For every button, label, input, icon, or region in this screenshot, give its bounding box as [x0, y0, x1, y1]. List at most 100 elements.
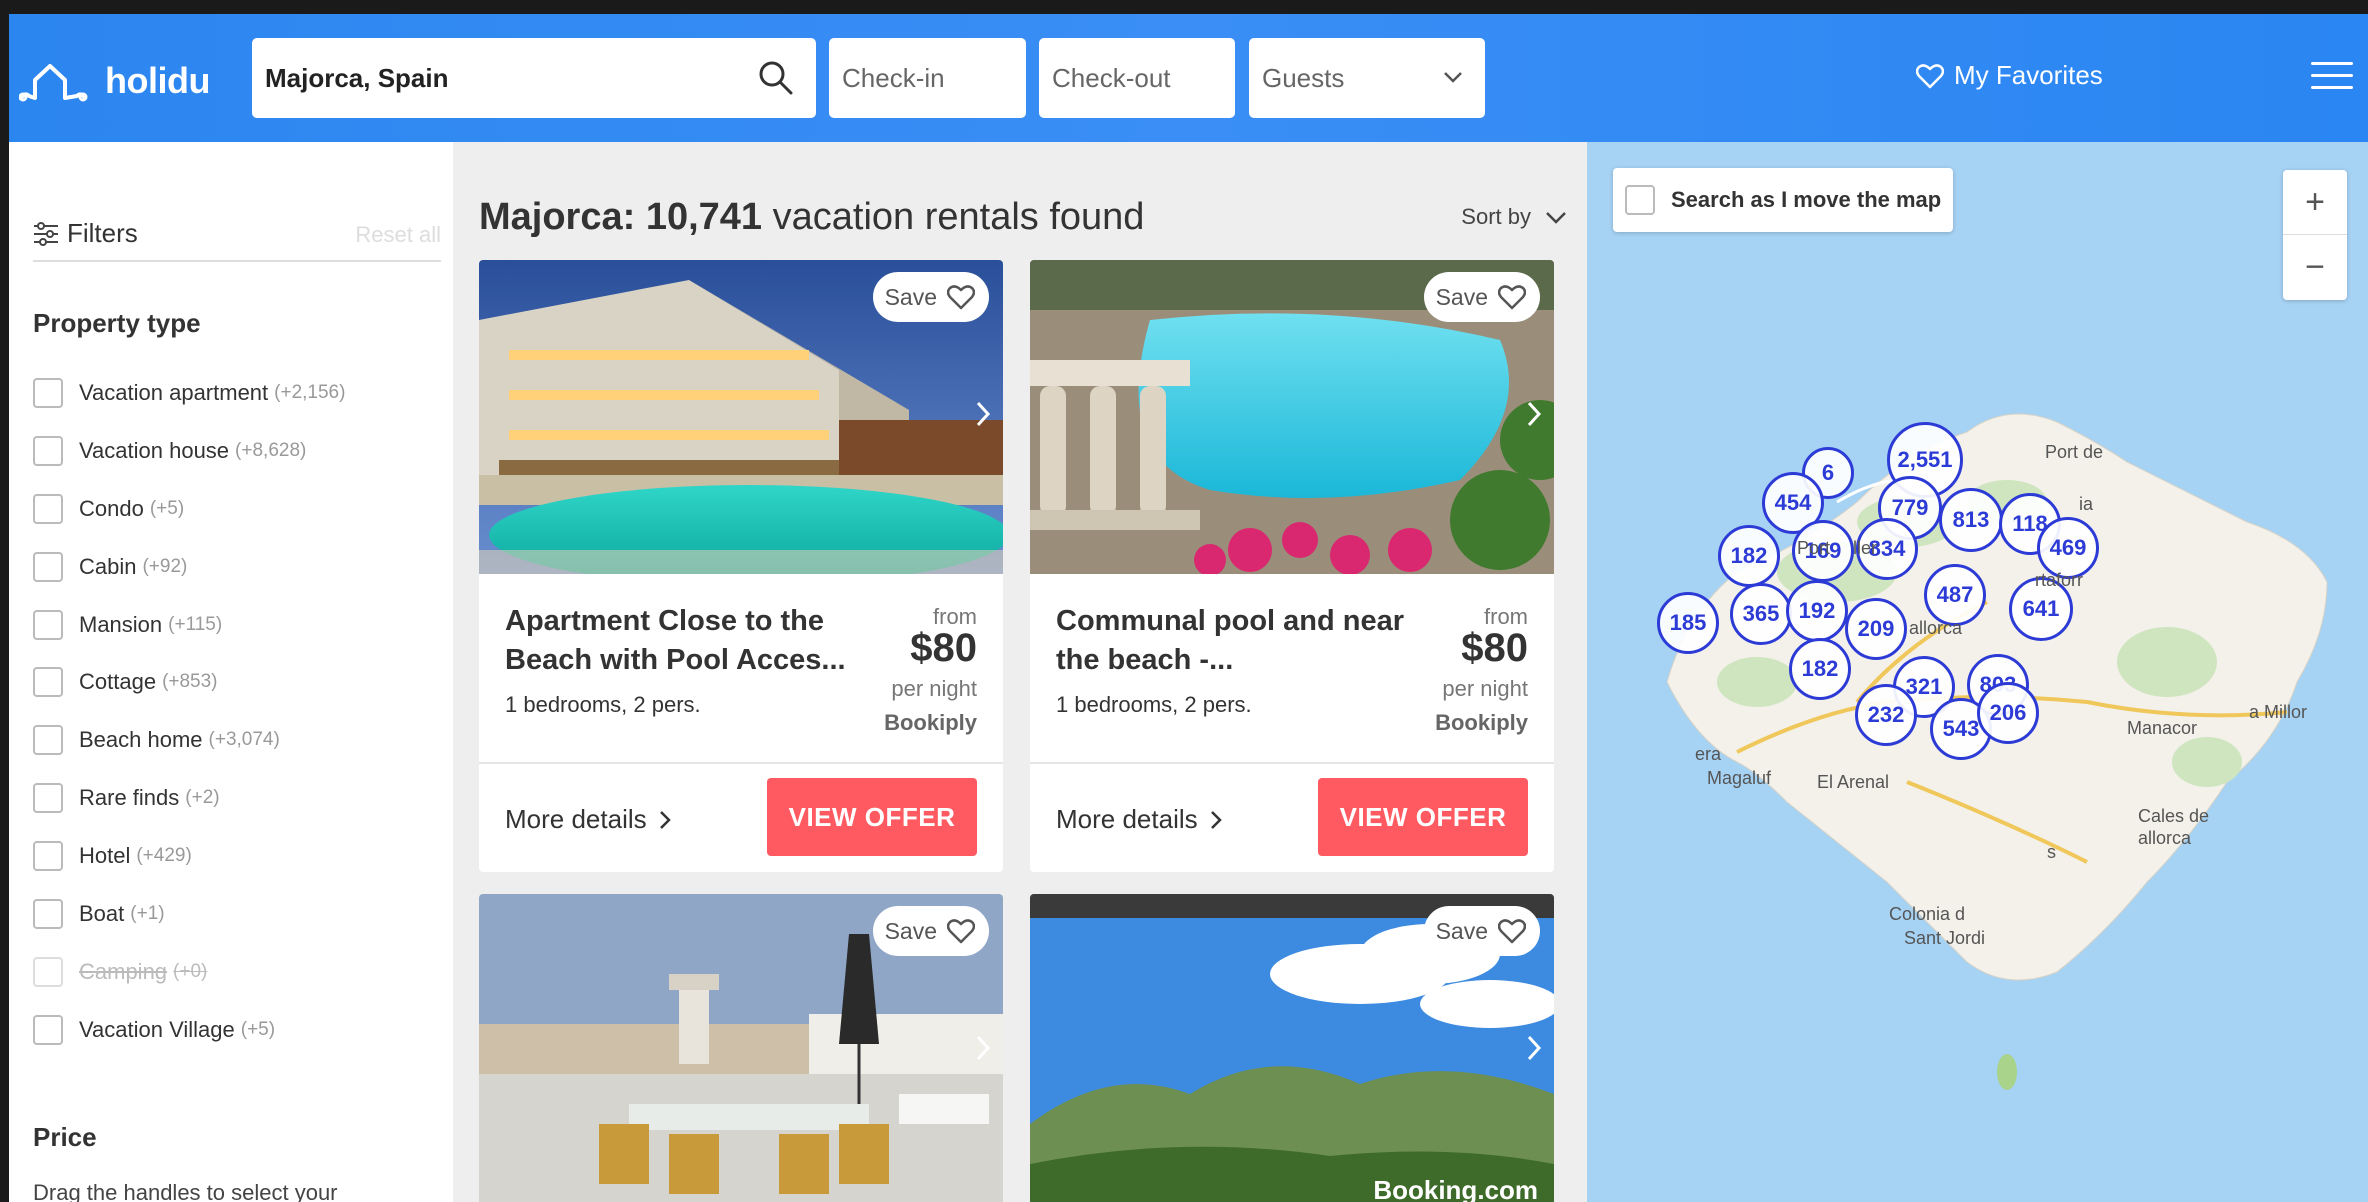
listing-price: $80 — [1461, 626, 1528, 670]
destination-input[interactable]: Majorca, Spain — [252, 38, 816, 118]
more-details-link[interactable]: More details — [1056, 804, 1222, 835]
property-type-item[interactable]: Mansion (+115) — [33, 596, 345, 654]
property-type-item[interactable]: Beach home (+3,074) — [33, 711, 345, 769]
chevron-down-icon — [1546, 212, 1566, 224]
search-icon[interactable] — [758, 60, 794, 96]
filters-toggle[interactable]: Filters — [33, 218, 138, 249]
results-location: Majorca: — [479, 196, 636, 238]
sort-dropdown[interactable]: Sort by — [1461, 204, 1567, 230]
map-cluster-marker[interactable]: 813 — [1939, 488, 2003, 552]
property-type-checkbox[interactable] — [33, 783, 63, 814]
map-cluster-marker[interactable]: 487 — [1924, 564, 1986, 626]
property-type-name: Vacation apartment — [79, 379, 269, 405]
next-photo-chevron-icon[interactable] — [975, 1034, 991, 1062]
search-as-move-toggle[interactable]: Search as I move the map — [1613, 168, 1954, 232]
property-type-checkbox[interactable] — [33, 956, 63, 987]
map-place-label: Colonia d — [1889, 904, 1966, 924]
map-place-label: Manacor — [2127, 718, 2198, 738]
logo-text: holidu — [105, 60, 210, 101]
property-type-count: (+429) — [136, 845, 192, 867]
reset-all-link[interactable]: Reset all — [355, 222, 441, 248]
map-place-label: El Arenal — [1817, 772, 1890, 792]
save-button[interactable]: Save — [872, 272, 989, 322]
property-type-item[interactable]: Camping (+0) — [33, 943, 345, 1001]
map-cluster-marker[interactable]: 365 — [1730, 583, 1792, 645]
view-offer-button[interactable]: VIEW OFFER — [1318, 778, 1528, 856]
map-cluster-marker[interactable]: 232 — [1855, 684, 1917, 746]
listing-photo[interactable]: Save — [1030, 260, 1554, 574]
property-type-checkbox[interactable] — [33, 667, 63, 698]
property-type-name: Cottage — [79, 669, 157, 695]
save-button[interactable]: Save — [1423, 906, 1540, 956]
property-type-name: Vacation Village — [79, 1016, 235, 1042]
property-type-checkbox[interactable] — [33, 725, 63, 756]
property-type-checkbox[interactable] — [33, 1014, 63, 1045]
my-favorites-link[interactable]: My Favorites — [1916, 60, 2103, 91]
listing-photo[interactable]: Save — [479, 894, 1003, 1202]
map-cluster-marker[interactable]: 182 — [1718, 525, 1780, 587]
provider-name: Bookiply — [884, 710, 977, 735]
property-type-item[interactable]: Vacation house (+8,628) — [33, 422, 345, 480]
checkout-field[interactable]: Check-out — [1039, 38, 1235, 118]
next-photo-chevron-icon[interactable] — [1526, 400, 1542, 428]
holidu-logo[interactable]: holidu — [19, 56, 210, 106]
property-type-checkbox[interactable] — [33, 609, 63, 640]
map-panel[interactable]: Search as I move the map + − 6 2,551 454 77… — [1587, 142, 2368, 1202]
zoom-in-button[interactable]: + — [2283, 170, 2347, 235]
more-details-label: More details — [1056, 804, 1198, 834]
property-type-item[interactable]: Hotel (+429) — [33, 827, 345, 885]
property-type-count: (+3,074) — [208, 729, 280, 751]
guests-dropdown[interactable]: Guests — [1249, 38, 1485, 118]
map-place-label: Cales de — [2138, 806, 2210, 826]
property-type-item[interactable]: Rare finds (+2) — [33, 769, 345, 827]
listing-title[interactable]: Communal pool and near the beach -... — [1056, 602, 1416, 680]
property-type-checkbox[interactable] — [33, 841, 63, 872]
property-type-item[interactable]: Cottage (+853) — [33, 653, 345, 711]
map-place-label: allorca — [1909, 618, 1963, 638]
listing-title[interactable]: Apartment Close to the Beach with Pool A… — [505, 602, 865, 680]
property-type-checkbox[interactable] — [33, 551, 63, 582]
property-type-checkbox[interactable] — [33, 493, 63, 524]
property-type-checkbox[interactable] — [33, 435, 63, 466]
property-type-item[interactable]: Vacation apartment (+2,156) — [33, 364, 345, 422]
next-photo-chevron-icon[interactable] — [975, 400, 991, 428]
property-type-item[interactable]: Vacation Village (+5) — [33, 1001, 345, 1059]
listing-footer: More details VIEW OFFER — [1030, 762, 1554, 872]
view-offer-button[interactable]: VIEW OFFER — [767, 778, 977, 856]
save-label: Save — [1435, 283, 1488, 310]
more-details-link[interactable]: More details — [505, 804, 671, 835]
listing-photo[interactable]: Booking.com Save — [1030, 894, 1554, 1202]
map-cluster-marker[interactable]: 206 — [1977, 682, 2039, 744]
hamburger-menu-icon[interactable] — [2311, 62, 2353, 94]
property-type-checkbox[interactable] — [33, 377, 63, 408]
map-cluster-marker[interactable]: 185 — [1657, 592, 1719, 654]
property-type-count: (+853) — [162, 671, 218, 693]
property-type-item[interactable]: Boat (+1) — [33, 885, 345, 943]
property-type-checkbox[interactable] — [33, 898, 63, 929]
listing-card[interactable]: Save Communal pool and near the beach -.… — [1030, 260, 1554, 872]
property-type-name: Rare finds — [79, 785, 180, 811]
save-button[interactable]: Save — [1423, 272, 1540, 322]
map-cluster-marker[interactable]: 209 — [1845, 598, 1907, 660]
property-type-item[interactable]: Condo (+5) — [33, 480, 345, 538]
listing-card[interactable]: Save — [479, 894, 1003, 1202]
search-as-move-label: Search as I move the map — [1671, 187, 1942, 212]
property-type-list: Vacation apartment (+2,156) Vacation house… — [33, 364, 345, 1059]
map-cluster-marker[interactable]: 192 — [1786, 580, 1848, 642]
zoom-out-button[interactable]: − — [2283, 235, 2347, 299]
checkin-placeholder: Check-in — [842, 62, 945, 93]
listing-body: Communal pool and near the beach -... 1 … — [1030, 574, 1554, 762]
listing-card[interactable]: Booking.com Save — [1030, 894, 1554, 1202]
chevron-right-icon — [1210, 810, 1222, 829]
save-button[interactable]: Save — [872, 906, 989, 956]
checkin-field[interactable]: Check-in — [829, 38, 1026, 118]
listing-photo[interactable]: Save — [479, 260, 1003, 574]
listing-card[interactable]: Save Apartment Close to the Beach with P… — [479, 260, 1003, 872]
save-label: Save — [884, 917, 937, 944]
map-cluster-marker[interactable]: 182 — [1789, 638, 1851, 700]
listing-body: Apartment Close to the Beach with Pool A… — [479, 574, 1003, 762]
property-type-item[interactable]: Cabin (+92) — [33, 538, 345, 596]
next-photo-chevron-icon[interactable] — [1526, 1034, 1542, 1062]
search-as-move-checkbox[interactable] — [1625, 185, 1655, 215]
top-header: holidu Majorca, Spain Check-in Check-out… — [9, 14, 2368, 142]
